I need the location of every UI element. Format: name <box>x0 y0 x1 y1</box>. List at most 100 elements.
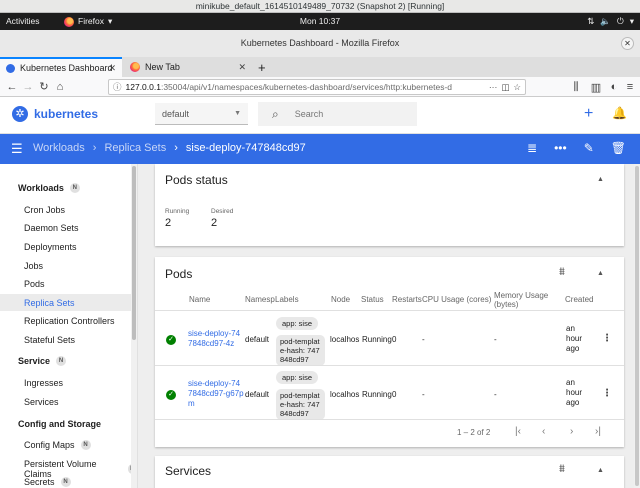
col-restarts[interactable]: Restarts <box>392 295 422 304</box>
filter-icon[interactable]: ⩩ <box>559 463 565 476</box>
back-icon[interactable]: ← <box>4 81 20 93</box>
breadcrumb-separator: › <box>92 142 97 154</box>
new-tab-button[interactable]: + <box>252 57 270 77</box>
sidebar-item-persistent-volume-claims[interactable]: Persistent Volume Claims N <box>24 459 137 479</box>
url-bar[interactable]: ⓘ 127.0.0.1:35004/api/v1/namespaces/kube… <box>108 79 526 95</box>
gnome-top-bar: Activities Firefox ▾ Mon 10:37 ⇅ 🔈 ⏻ ▾ <box>0 13 640 30</box>
bookmark-star-icon[interactable]: ☆ <box>513 80 521 94</box>
close-tab-icon[interactable]: ✕ <box>238 62 246 73</box>
dashboard-header: ✲ kubernetes default ▼ ⌕ Search + 🔔 <box>0 97 640 134</box>
section-label: Service <box>18 356 51 366</box>
pocket-icon[interactable]: ◫ <box>501 80 509 94</box>
pod-created: an hour ago <box>566 324 583 353</box>
breadcrumb: Workloads › Replica Sets › sise-deploy-7… <box>33 142 306 154</box>
kubernetes-logo[interactable]: ✲ kubernetes <box>12 106 98 122</box>
search-icon: ⌕ <box>272 106 279 121</box>
sidebar-item-config-maps[interactable]: Config Maps N <box>24 440 91 450</box>
sidebar-scrollbar[interactable] <box>131 164 137 488</box>
info-icon[interactable]: ⓘ <box>113 81 122 93</box>
pod-memory: - <box>494 390 497 399</box>
page-actions-icon[interactable]: ··· <box>489 80 498 94</box>
more-icon[interactable]: ••• <box>554 141 567 155</box>
system-tray[interactable]: ⇅ 🔈 ⏻ ▾ <box>587 13 634 30</box>
card-title: Services <box>165 464 212 478</box>
namespace-select[interactable]: default ▼ <box>155 103 248 125</box>
sidebar-item-secrets[interactable]: Secrets N <box>24 477 71 487</box>
pod-namespace: default <box>245 390 270 399</box>
item-label: Config Maps <box>24 440 75 450</box>
sidebar-item-daemon-sets[interactable]: Daemon Sets <box>24 223 79 233</box>
close-icon[interactable]: ✕ <box>621 37 634 50</box>
services-card: Services ⩩ ▲ <box>155 456 624 488</box>
collapse-chevron-up-icon[interactable]: ▲ <box>597 176 604 183</box>
pod-name-link[interactable]: sise-deploy-747848cd97-g67pm <box>188 379 244 409</box>
sidebar-item-pods[interactable]: Pods <box>24 279 45 289</box>
search-placeholder: Search <box>294 109 324 119</box>
sidebar-item-deployments[interactable]: Deployments <box>24 242 77 252</box>
collapse-chevron-up-icon[interactable]: ▲ <box>597 270 604 277</box>
account-icon[interactable]: ◐ <box>606 81 622 93</box>
main-scrollbar[interactable] <box>634 164 640 488</box>
logs-icon[interactable]: ≣ <box>527 141 537 155</box>
pod-node: localhos <box>330 390 360 399</box>
sidebar-item-replica-sets[interactable]: Replica Sets <box>0 294 131 311</box>
sidebar-item-ingresses[interactable]: Ingresses <box>24 378 63 388</box>
col-name[interactable]: Name <box>189 295 210 304</box>
pod-name-link[interactable]: sise-deploy-747848cd97-4z <box>188 329 244 349</box>
home-icon[interactable]: ⌂ <box>52 81 68 93</box>
sidebar-section-workloads[interactable]: Workloads N <box>18 183 80 193</box>
hamburger-menu-icon[interactable]: ≡ <box>622 81 638 93</box>
tab-new-tab[interactable]: New Tab ✕ <box>124 57 252 77</box>
next-page-icon[interactable]: › <box>570 426 573 437</box>
scrollbar-thumb[interactable] <box>132 166 136 340</box>
breadcrumb-separator: › <box>174 142 178 154</box>
filter-icon[interactable]: ⩩ <box>559 266 565 279</box>
window-title-text: Kubernetes Dashboard - Mozilla Firefox <box>240 38 400 48</box>
sidebar-item-stateful-sets[interactable]: Stateful Sets <box>24 335 75 345</box>
pod-namespace: default <box>245 335 270 344</box>
sidebar-item-cron-jobs[interactable]: Cron Jobs <box>24 205 65 215</box>
edit-pencil-icon[interactable]: ✎ <box>584 141 594 155</box>
col-created[interactable]: Created <box>565 295 593 304</box>
sidebar: Workloads N Cron Jobs Daemon Sets Deploy… <box>0 164 138 488</box>
col-memory-usage: Memory Usage (bytes) <box>494 291 549 309</box>
firefox-favicon-icon <box>130 62 140 72</box>
pagination-range: 1 – 2 of 2 <box>457 428 491 437</box>
volume-icon: 🔈 <box>600 16 611 26</box>
sidebar-item-services[interactable]: Services <box>24 397 59 407</box>
last-page-icon[interactable]: ›| <box>595 426 601 437</box>
nav-menu-icon[interactable]: ☰ <box>11 141 23 157</box>
chevron-down-icon: ▼ <box>234 110 241 117</box>
close-tab-icon[interactable]: ✕ <box>108 63 116 74</box>
label-chip: app: sise <box>276 371 319 384</box>
previous-page-icon[interactable]: ‹ <box>542 426 545 437</box>
clock[interactable]: Mon 10:37 <box>0 13 640 30</box>
sidebar-item-replication-controllers[interactable]: Replication Controllers <box>24 316 115 326</box>
scrollbar-thumb[interactable] <box>635 166 639 486</box>
library-icon[interactable]: ⫼ <box>568 81 584 94</box>
delete-trash-icon[interactable]: 🗑 <box>611 141 626 155</box>
label-chip: app: sise <box>276 317 319 330</box>
tab-kubernetes-dashboard[interactable]: Kubernetes Dashboard ✕ <box>0 57 122 77</box>
pod-cpu: - <box>422 335 425 344</box>
row-menu-icon[interactable]: ⋮ <box>602 388 612 399</box>
reload-icon[interactable]: ↻ <box>36 80 52 93</box>
breadcrumb-workloads[interactable]: Workloads <box>33 142 85 154</box>
breadcrumb-replica-sets[interactable]: Replica Sets <box>104 142 166 154</box>
collapse-chevron-up-icon[interactable]: ▲ <box>597 467 604 474</box>
create-resource-button[interactable]: + <box>584 105 593 123</box>
sidebar-toggle-icon[interactable]: ▥ <box>588 81 604 94</box>
first-page-icon[interactable]: |‹ <box>515 426 521 437</box>
sidebar-item-jobs[interactable]: Jobs <box>24 261 43 271</box>
notifications-bell-icon[interactable]: 🔔 <box>612 106 627 120</box>
row-menu-icon[interactable]: ⋮ <box>602 333 612 344</box>
plus-icon: + <box>258 59 266 75</box>
forward-icon[interactable]: → <box>20 81 36 93</box>
col-status[interactable]: Status <box>361 295 384 304</box>
sidebar-section-service[interactable]: Service N <box>18 356 67 366</box>
col-namespace[interactable]: Namesp <box>245 295 275 304</box>
search-input[interactable]: ⌕ Search <box>258 102 417 126</box>
col-node[interactable]: Node <box>331 295 350 304</box>
sidebar-section-config-and-storage[interactable]: Config and Storage <box>18 419 101 429</box>
url-host: 127.0.0.1 <box>125 82 161 92</box>
